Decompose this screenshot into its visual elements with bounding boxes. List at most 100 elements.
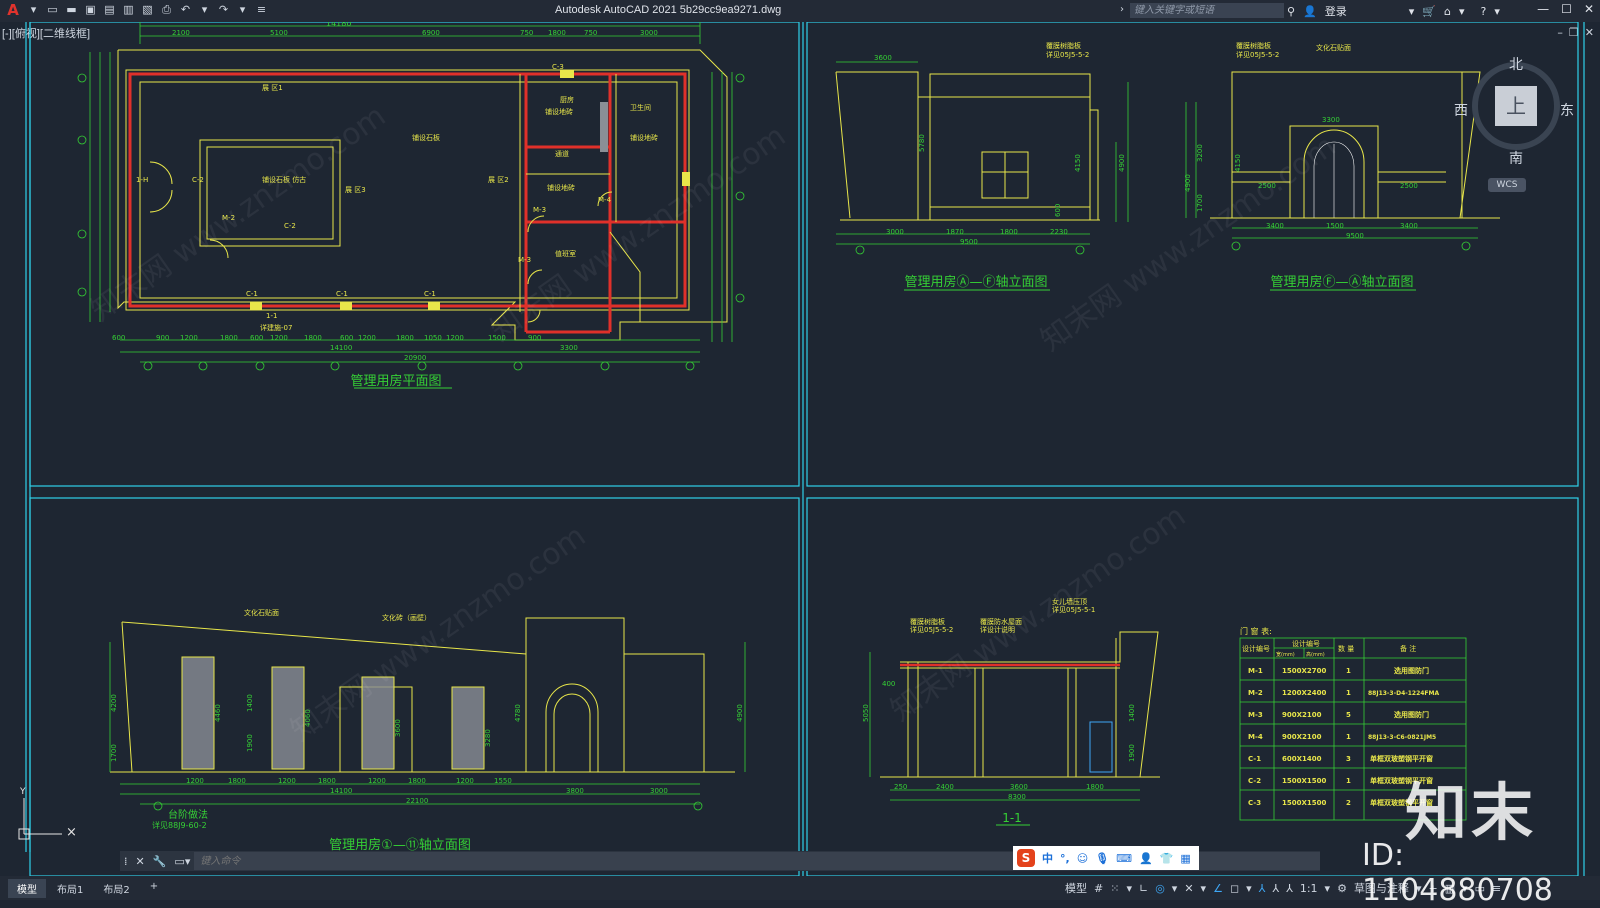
search-input[interactable]: 键入关键字或短语 bbox=[1130, 3, 1284, 18]
svg-text:M-3: M-3 bbox=[518, 256, 531, 264]
snap-icon[interactable]: ⁙ bbox=[1110, 882, 1119, 895]
wcs-menu[interactable]: WCS bbox=[1488, 178, 1526, 192]
autocad-logo-icon[interactable]: A bbox=[4, 1, 22, 19]
ime-punctuation-icon[interactable]: °, bbox=[1060, 852, 1070, 865]
ime-logo-icon[interactable]: S bbox=[1017, 849, 1035, 867]
ime-voice-icon[interactable]: 🎙 bbox=[1095, 852, 1109, 865]
annotation-scale-icon[interactable]: ⅄ bbox=[1286, 882, 1293, 895]
tab-layout2[interactable]: 布局2 bbox=[94, 879, 138, 898]
grid-icon[interactable]: # bbox=[1094, 882, 1103, 895]
drawing-canvas[interactable]: 管理用房平面图 14180 2100 5100 6900 750 1800 75… bbox=[0, 22, 1600, 876]
plan-dim-top: 750 bbox=[584, 29, 597, 37]
object-snap-icon[interactable]: ◻ bbox=[1230, 882, 1239, 895]
svg-text:1200: 1200 bbox=[368, 777, 386, 785]
object-snap-dropdown-icon[interactable]: ▾ bbox=[1246, 882, 1252, 895]
scale-dropdown-icon[interactable]: ▾ bbox=[1325, 882, 1331, 895]
open-file-icon[interactable]: ▬ bbox=[64, 2, 79, 17]
svg-text:1: 1 bbox=[1346, 777, 1351, 785]
svg-text:展 区1: 展 区1 bbox=[262, 84, 283, 92]
compass-north[interactable]: 北 bbox=[1509, 54, 1523, 74]
customize-qat-icon[interactable]: ≡ bbox=[254, 2, 269, 17]
annotation-scale-value[interactable]: 1:1 bbox=[1300, 882, 1318, 895]
svg-text:1-1: 1-1 bbox=[266, 312, 277, 320]
svg-text:M-2: M-2 bbox=[1248, 689, 1263, 697]
publish-icon[interactable]: ▥ bbox=[121, 2, 136, 17]
auto-scale-icon[interactable]: ⅄ bbox=[1272, 882, 1279, 895]
svg-text:4150: 4150 bbox=[1074, 154, 1082, 172]
cart-icon[interactable]: 🛒 bbox=[1422, 5, 1436, 18]
isodraft-dropdown-icon[interactable]: ▾ bbox=[1201, 882, 1207, 895]
tab-model[interactable]: 模型 bbox=[8, 879, 46, 898]
compass-east[interactable]: 东 bbox=[1560, 100, 1574, 120]
add-layout-button[interactable]: + bbox=[141, 879, 167, 898]
object-snap-tracking-icon[interactable]: ∠ bbox=[1213, 882, 1223, 895]
svg-text:1: 1 bbox=[1346, 667, 1351, 675]
svg-text:3600: 3600 bbox=[874, 54, 892, 62]
svg-text:5780: 5780 bbox=[918, 134, 926, 152]
svg-text:1200: 1200 bbox=[456, 777, 474, 785]
login-link[interactable]: 登录 bbox=[1325, 3, 1347, 19]
maximize-icon[interactable]: ☐ bbox=[1561, 2, 1572, 16]
undo-dropdown-icon[interactable]: ▾ bbox=[197, 2, 212, 17]
svg-text:1700: 1700 bbox=[110, 744, 118, 762]
close-icon[interactable]: ✕ bbox=[1584, 2, 1594, 16]
svg-text:展 区2: 展 区2 bbox=[488, 176, 509, 184]
menu-dropdown-icon[interactable]: ▾ bbox=[26, 2, 41, 17]
redo-dropdown-icon[interactable]: ▾ bbox=[235, 2, 250, 17]
svg-text:1200: 1200 bbox=[278, 777, 296, 785]
new-file-icon[interactable]: ▭ bbox=[45, 2, 60, 17]
user-icon[interactable]: 👤 bbox=[1303, 5, 1317, 18]
svg-text:600: 600 bbox=[340, 334, 353, 342]
svg-text:C-1: C-1 bbox=[1248, 755, 1261, 763]
isodraft-icon[interactable]: ✕ bbox=[1184, 882, 1193, 895]
workspace-gear-icon[interactable]: ⚙ bbox=[1337, 882, 1347, 895]
ime-toolbox-icon[interactable]: ▦ bbox=[1180, 852, 1190, 865]
snap-dropdown-icon[interactable]: ▾ bbox=[1126, 882, 1132, 895]
connect-dropdown-icon[interactable]: ▾ bbox=[1459, 5, 1465, 18]
search-icon[interactable]: ⚲ bbox=[1287, 5, 1295, 18]
save-as-icon[interactable]: ▤ bbox=[102, 2, 117, 17]
svg-text:9500: 9500 bbox=[960, 238, 978, 246]
command-close-icon[interactable]: ✕ bbox=[132, 855, 149, 868]
ime-skin-icon[interactable]: 👕 bbox=[1160, 852, 1174, 865]
redo-icon[interactable]: ↷ bbox=[216, 2, 231, 17]
print-icon[interactable]: ⎙ bbox=[159, 2, 174, 17]
polar-icon[interactable]: ◎ bbox=[1155, 882, 1165, 895]
undo-icon[interactable]: ↶ bbox=[178, 2, 193, 17]
svg-text:3000: 3000 bbox=[650, 787, 668, 795]
help-icon[interactable]: ? bbox=[1481, 5, 1487, 18]
annotation-visibility-icon[interactable]: ⅄ bbox=[1259, 882, 1266, 895]
ime-user-icon[interactable]: 👤 bbox=[1139, 852, 1153, 865]
command-history-icon[interactable]: ▭▾ bbox=[170, 855, 194, 868]
svg-text:5: 5 bbox=[1346, 711, 1351, 719]
plan-ref-note: 详建施-07 bbox=[260, 323, 292, 332]
command-grip-icon[interactable]: ⁞ bbox=[120, 855, 132, 868]
polar-dropdown-icon[interactable]: ▾ bbox=[1172, 882, 1178, 895]
model-space-toggle[interactable]: 模型 bbox=[1065, 880, 1087, 896]
minimize-icon[interactable]: — bbox=[1537, 2, 1549, 16]
ortho-icon[interactable]: ∟ bbox=[1139, 882, 1148, 895]
ime-keyboard-icon[interactable]: ⌨ bbox=[1116, 852, 1132, 865]
compass-south[interactable]: 南 bbox=[1509, 148, 1523, 168]
login-dropdown-icon[interactable]: ▾ bbox=[1409, 5, 1415, 18]
compass-west[interactable]: 西 bbox=[1454, 100, 1468, 120]
svg-text:1700: 1700 bbox=[1196, 194, 1204, 212]
viewcube-top-face[interactable]: 上 bbox=[1495, 86, 1537, 126]
svg-text:4780: 4780 bbox=[514, 704, 522, 722]
help-dropdown-icon[interactable]: ▾ bbox=[1494, 5, 1500, 18]
export-icon[interactable]: ▧ bbox=[140, 2, 155, 17]
save-icon[interactable]: ▣ bbox=[83, 2, 98, 17]
viewcube[interactable]: 北 南 东 西 上 WCS bbox=[1454, 50, 1580, 200]
tab-layout1[interactable]: 布局1 bbox=[48, 879, 92, 898]
svg-text:8300: 8300 bbox=[1008, 793, 1026, 801]
search-expand-icon[interactable]: › bbox=[1120, 4, 1124, 15]
svg-text:900: 900 bbox=[156, 334, 169, 342]
ime-emoji-icon[interactable]: ☺ bbox=[1077, 852, 1088, 865]
connect-icon[interactable]: ⌂ bbox=[1444, 5, 1451, 18]
ime-chinese-mode[interactable]: 中 bbox=[1042, 850, 1053, 866]
command-customize-icon[interactable]: 🔧 bbox=[149, 855, 171, 868]
svg-text:2: 2 bbox=[1346, 799, 1351, 807]
svg-text:3280: 3280 bbox=[484, 729, 492, 747]
step-detail-ref: 详见88J9-60-2 bbox=[152, 820, 207, 830]
svg-text:值班室: 值班室 bbox=[555, 249, 576, 258]
